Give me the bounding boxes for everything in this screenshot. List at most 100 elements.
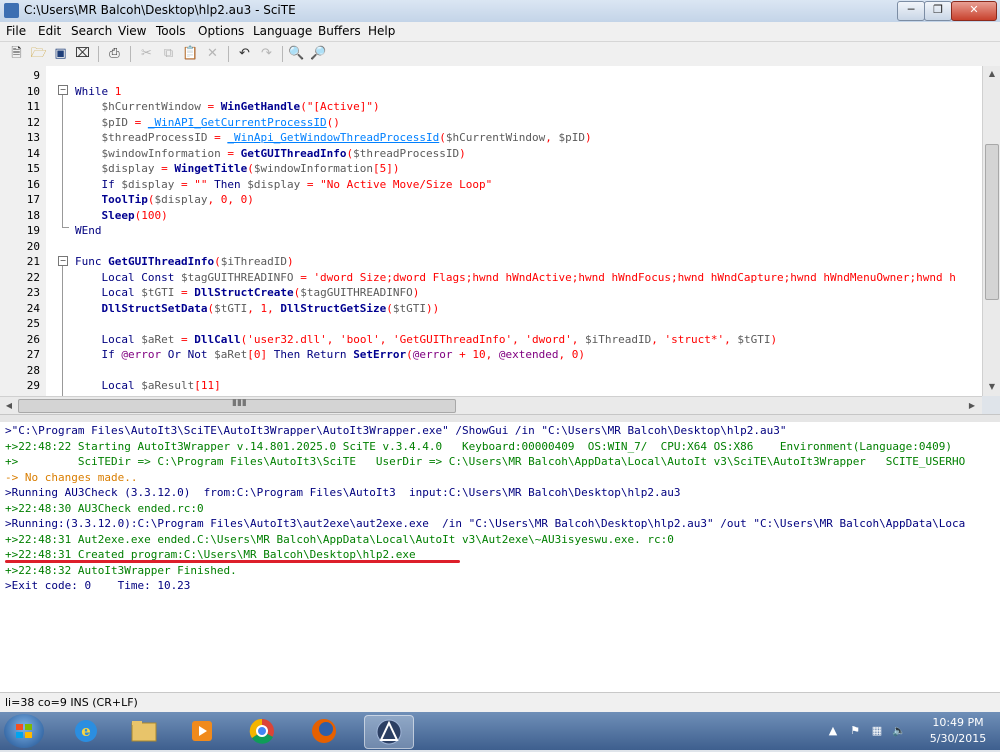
code-token: ( (214, 255, 221, 268)
menu-file[interactable]: File (6, 24, 26, 38)
clock-time[interactable]: 10:49 PM (926, 716, 990, 729)
copy-icon[interactable]: ⧉ (160, 45, 177, 62)
delete-icon[interactable]: ✕ (204, 45, 221, 62)
grip-icon: ▮▮▮ (232, 398, 247, 408)
fold-toggle-icon[interactable]: − (58, 85, 68, 95)
code-token: DllStructGetSize (280, 301, 387, 315)
redo-icon[interactable]: ↷ (258, 45, 275, 62)
code-token: ) (373, 100, 380, 113)
code-editor[interactable]: − − 9 10 11 12 13 14 15 16 17 18 19 20 21 22 23 24 25 26 2… (0, 66, 982, 396)
code-token: 100 (141, 208, 162, 222)
code-token: = (180, 332, 195, 346)
code-line: Local Const $tagGUITHREADINFO = 'dword S… (75, 270, 956, 286)
internet-explorer-icon[interactable]: e (62, 715, 110, 747)
output-line: +>22:48:32 AutoIt3Wrapper Finished. (5, 563, 237, 577)
code-line: $hCurrentWindow = WinGetHandle("[Active]… (75, 99, 380, 115)
minimize-button[interactable]: ─ (897, 1, 925, 21)
code-token: DllCall (194, 332, 241, 346)
fold-end (62, 227, 69, 228)
line-number: 23 (26, 286, 40, 299)
code-token: , (207, 193, 221, 206)
menu-tools[interactable]: Tools (156, 24, 186, 38)
chrome-icon[interactable] (238, 715, 286, 747)
scite-taskbar-icon[interactable] (364, 715, 414, 749)
line-number: 24 (26, 301, 40, 315)
toolbar-separator (130, 46, 131, 62)
taskbar: e ▲ ⚑ ▦ 🔈 10:49 PM 5/30/2015 (0, 712, 1000, 750)
menu-help[interactable]: Help (368, 24, 395, 38)
line-number: 25 (26, 317, 40, 330)
close-file-icon[interactable]: ⌧ (74, 45, 91, 62)
paste-icon[interactable]: 📋 (182, 45, 199, 62)
code-token: ) (578, 348, 586, 361)
line-number: 20 (26, 239, 40, 253)
save-icon[interactable]: ▣ (52, 45, 69, 62)
menu-view[interactable]: View (118, 24, 146, 38)
line-number: 27 (26, 348, 40, 361)
code-token: ( (300, 100, 307, 113)
file-explorer-icon[interactable] (120, 715, 168, 747)
output-pane[interactable]: >"C:\Program Files\AutoIt3\SciTE\AutoIt3… (0, 422, 1000, 692)
code-token: @extended (498, 348, 559, 361)
scroll-down-icon[interactable]: ▼ (984, 379, 1000, 395)
scroll-right-icon[interactable]: ▶ (964, 398, 980, 414)
scroll-up-icon[interactable]: ▲ (984, 66, 1000, 82)
code-token: Or Not (167, 348, 215, 361)
menu-buffers[interactable]: Buffers (318, 24, 361, 38)
code-token: WEnd (75, 224, 102, 237)
scrollbar-thumb[interactable] (985, 144, 999, 300)
code-token: = (214, 131, 228, 144)
code-line: Local $aRet = DllCall('user32.dll', 'boo… (75, 332, 777, 348)
output-line: +> SciTEDir => C:\Program Files\AutoIt3\… (5, 455, 966, 468)
line-number: 15 (26, 162, 40, 175)
fold-toggle-icon[interactable]: − (58, 256, 68, 266)
close-button[interactable]: ✕ (951, 1, 997, 21)
code-token: $tagGUITHREADINFO (180, 270, 301, 284)
code-token: ( (247, 162, 254, 175)
output-line: -> No changes made.. (5, 470, 138, 484)
status-text: li=38 co=9 INS (CR+LF) (5, 696, 138, 709)
code-token: ( (386, 301, 393, 315)
line-number: 14 (26, 146, 40, 160)
undo-icon[interactable]: ↶ (236, 45, 253, 62)
clock-date[interactable]: 5/30/2015 (926, 732, 990, 745)
menu-language[interactable]: Language (253, 24, 312, 38)
line-number: 9 (33, 69, 40, 82)
code-token: DllStructSetData (75, 301, 208, 315)
editor-horizontal-scrollbar[interactable]: ◀ ▮▮▮ ▶ (0, 396, 982, 415)
code-token: Then (214, 177, 248, 191)
output-line: >Running:(3.3.12.0):C:\Program Files\Aut… (5, 517, 966, 530)
action-center-icon[interactable]: ⚑ (848, 724, 862, 738)
firefox-icon[interactable] (300, 715, 348, 747)
volume-icon[interactable]: 🔈 (892, 724, 906, 738)
code-token: If (75, 177, 122, 191)
print-icon[interactable]: ⎙ (106, 45, 123, 62)
code-token: ] (214, 379, 221, 392)
code-token: 'dword Size;dword Flags;hwnd hWndActive;… (313, 270, 956, 284)
tray-expand-icon[interactable]: ▲ (826, 724, 840, 738)
open-folder-icon[interactable]: 🗁 (30, 45, 47, 62)
find-replace-icon[interactable]: 🔎 (310, 45, 327, 62)
toolbar-separator (98, 46, 99, 62)
new-file-icon[interactable]: 🗎 (8, 45, 25, 62)
code-token: SetError (353, 348, 407, 361)
menu-options[interactable]: Options (198, 24, 244, 38)
network-icon[interactable]: ▦ (870, 724, 884, 738)
maximize-button[interactable]: ❐ (924, 1, 952, 21)
code-token: = (227, 146, 241, 160)
find-icon[interactable]: 🔍 (288, 45, 305, 62)
editor-vertical-scrollbar[interactable]: ▲ ▼ (982, 66, 1000, 396)
start-button[interactable] (4, 714, 44, 748)
menu-edit[interactable]: Edit (38, 24, 61, 38)
code-token: 'bool' (339, 332, 380, 346)
line-number: 29 (26, 379, 40, 392)
code-token: ) (770, 332, 778, 346)
media-player-icon[interactable] (178, 715, 226, 747)
code-token: $pID (558, 131, 585, 144)
line-number: 10 (26, 84, 40, 98)
menu-search[interactable]: Search (71, 24, 112, 38)
code-token: $windowInformation (75, 146, 228, 160)
cut-icon[interactable]: ✂ (138, 45, 155, 62)
code-token: While (75, 84, 115, 98)
scroll-left-icon[interactable]: ◀ (1, 398, 17, 414)
